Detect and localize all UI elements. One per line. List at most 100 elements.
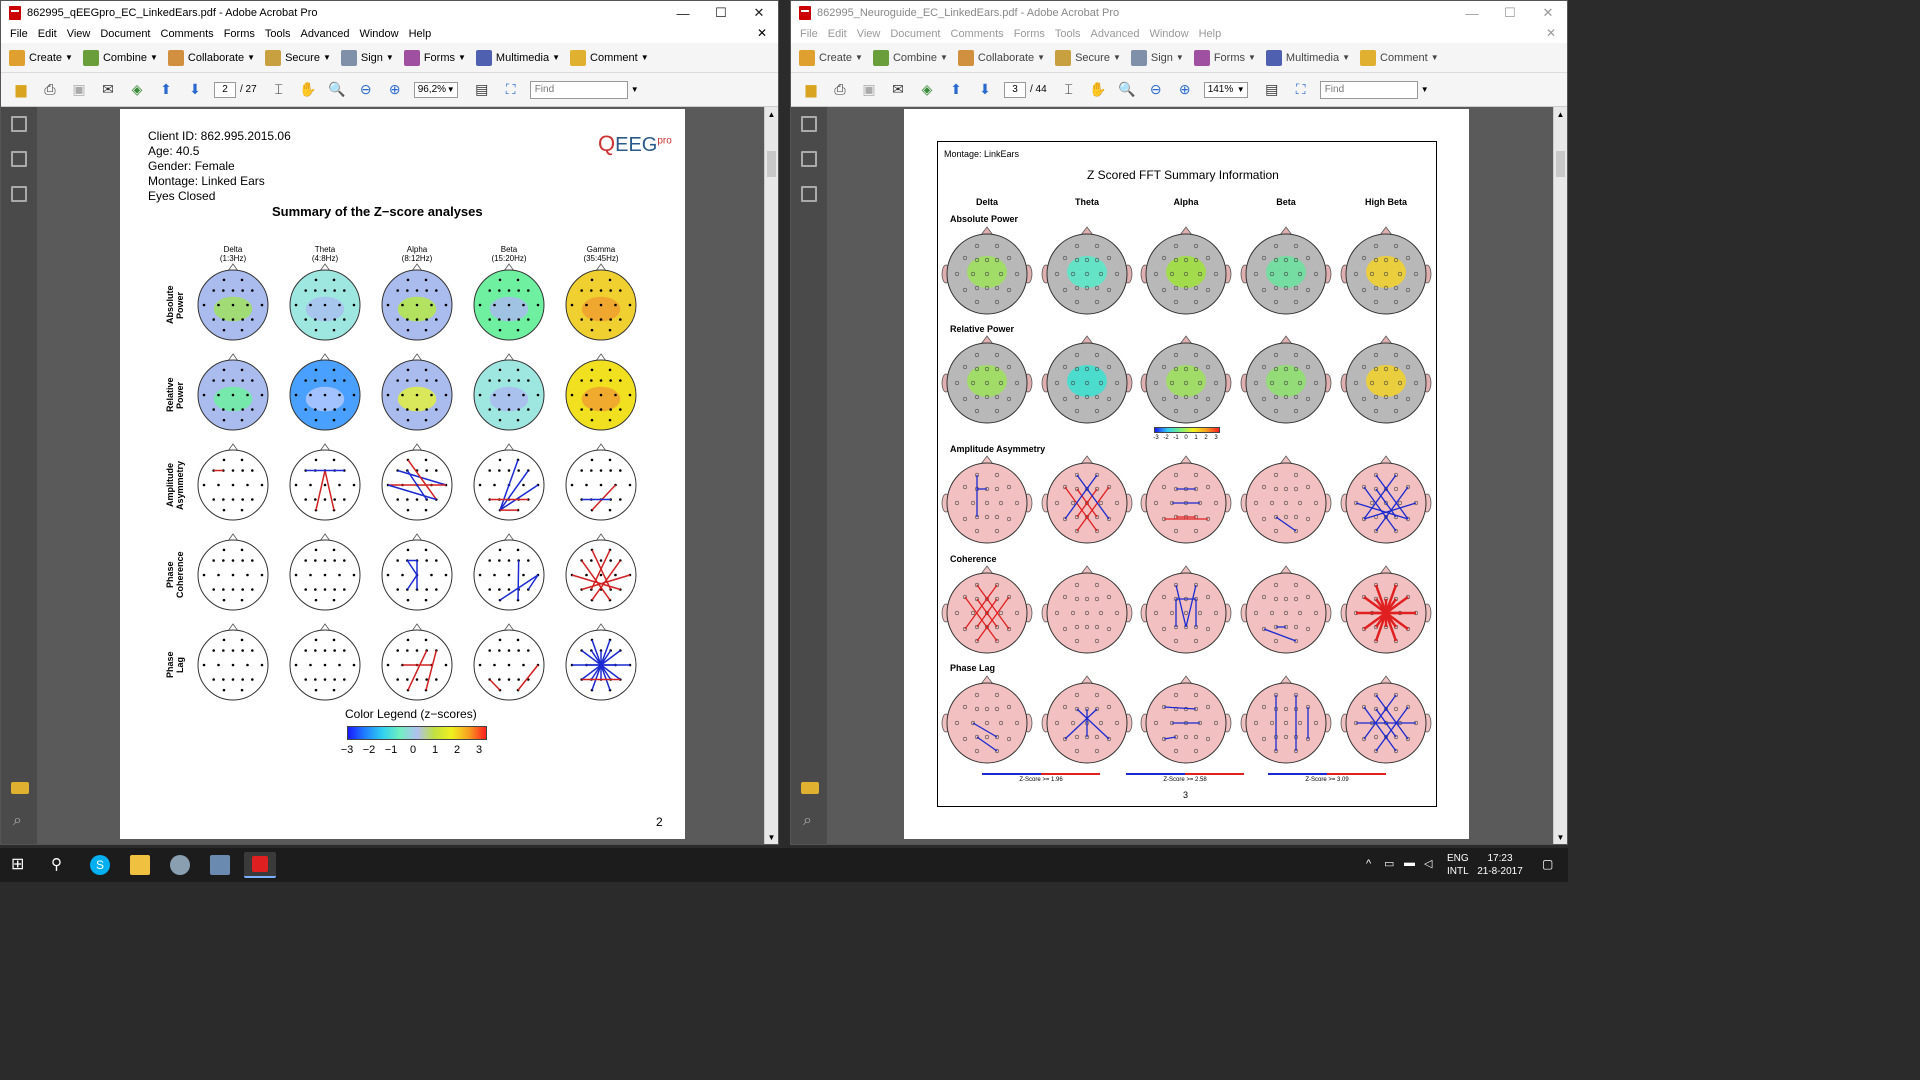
menu-help[interactable]: Help [1199, 28, 1222, 40]
attachments-icon[interactable]: ⌕ [803, 812, 812, 830]
maximize-icon[interactable]: ☐ [702, 5, 740, 21]
forms-button[interactable]: Forms ▼ [1193, 49, 1256, 66]
combine-button[interactable]: Combine ▼ [872, 49, 948, 66]
collaborate-button[interactable]: Collaborate ▼ [957, 49, 1045, 66]
settings-app-icon[interactable] [170, 855, 190, 875]
menu-window[interactable]: Window [359, 28, 398, 40]
comment-button[interactable]: Comment ▼ [1360, 49, 1439, 66]
app-icon[interactable] [210, 855, 230, 875]
next-page-icon[interactable]: ⬇ [975, 81, 995, 99]
menu-view[interactable]: View [67, 28, 91, 40]
close-icon[interactable]: ✕ [1529, 5, 1567, 21]
menu-edit[interactable]: Edit [38, 28, 57, 40]
scroll-down-icon[interactable]: ▼ [765, 833, 778, 842]
skype-icon[interactable]: S [90, 855, 110, 875]
pages-icon[interactable] [11, 116, 27, 132]
maximize-icon[interactable]: ☐ [1491, 5, 1529, 21]
comments-pane-icon[interactable] [801, 782, 819, 794]
scroll-up-icon[interactable]: ▲ [1554, 110, 1567, 119]
network-icon[interactable]: ▭ [1384, 857, 1394, 870]
notifications-icon[interactable]: ▢ [1542, 857, 1553, 871]
menu-view[interactable]: View [857, 28, 881, 40]
full-screen-icon[interactable]: ⛶ [1291, 81, 1311, 99]
pages-icon[interactable] [801, 116, 817, 132]
select-cursor-icon[interactable]: ⌶ [1059, 81, 1079, 99]
close-document-icon[interactable]: ✕ [1546, 26, 1556, 40]
menu-advanced[interactable]: Advanced [1091, 28, 1140, 40]
save-icon[interactable]: ▣ [69, 81, 89, 99]
left-title-bar[interactable]: 862995_qEEGpro_EC_LinkedEars.pdf - Adobe… [1, 1, 778, 25]
create-button[interactable]: Create ▼ [9, 49, 73, 66]
tray-chevron-icon[interactable]: ^ [1366, 858, 1371, 870]
find-input[interactable]: Find ▼ [529, 80, 639, 99]
signatures-icon[interactable] [801, 186, 817, 202]
open-folder-icon[interactable]: ▆ [11, 81, 31, 99]
menu-comments[interactable]: Comments [951, 28, 1004, 40]
zoom-out-icon[interactable]: ⊖ [1146, 81, 1166, 99]
menu-document[interactable]: Document [890, 28, 940, 40]
secure-button[interactable]: Secure ▼ [265, 49, 331, 66]
share-icon[interactable]: ◈ [917, 81, 937, 99]
left-vertical-scrollbar[interactable]: ▲ ▼ [764, 107, 778, 844]
select-cursor-icon[interactable]: ⌶ [269, 81, 289, 99]
start-icon[interactable]: ⊞ [11, 855, 31, 875]
open-folder-icon[interactable]: ▆ [801, 81, 821, 99]
menu-help[interactable]: Help [409, 28, 432, 40]
combine-button[interactable]: Combine ▼ [82, 49, 158, 66]
menu-forms[interactable]: Forms [1014, 28, 1045, 40]
email-icon[interactable]: ✉ [888, 81, 908, 99]
zoom-in-icon[interactable]: ⊕ [385, 81, 405, 99]
minimize-icon[interactable]: — [1453, 6, 1491, 21]
page-number-input[interactable]: 3 [1004, 81, 1026, 98]
menu-edit[interactable]: Edit [828, 28, 847, 40]
zoom-in-icon[interactable]: ⊕ [1175, 81, 1195, 99]
forms-button[interactable]: Forms ▼ [403, 49, 466, 66]
collaborate-button[interactable]: Collaborate ▼ [167, 49, 255, 66]
comments-pane-icon[interactable] [11, 782, 29, 794]
page-number-input[interactable]: 2 [214, 81, 236, 98]
multimedia-button[interactable]: Multimedia ▼ [475, 49, 560, 66]
sign-button[interactable]: Sign ▼ [1130, 49, 1184, 66]
scroll-down-icon[interactable]: ▼ [1554, 833, 1567, 842]
menu-window[interactable]: Window [1149, 28, 1188, 40]
hand-tool-icon[interactable]: ✋ [298, 81, 318, 99]
bookmarks-icon[interactable] [11, 151, 27, 167]
find-input[interactable]: Find ▼ [1319, 80, 1429, 99]
print-icon[interactable]: ⎙ [40, 81, 60, 99]
right-scroll-thumb[interactable] [1556, 151, 1565, 177]
menu-tools[interactable]: Tools [265, 28, 291, 40]
next-page-icon[interactable]: ⬇ [185, 81, 205, 99]
right-title-bar[interactable]: 862995_Neuroguide_EC_LinkedEars.pdf - Ad… [791, 1, 1567, 25]
scroll-up-icon[interactable]: ▲ [765, 110, 778, 119]
zoom-tool-icon[interactable]: 🔍 [1117, 81, 1137, 99]
right-vertical-scrollbar[interactable]: ▲ ▼ [1553, 107, 1567, 844]
menu-file[interactable]: File [10, 28, 28, 40]
volume-icon[interactable]: ◁ [1424, 857, 1432, 870]
multimedia-button[interactable]: Multimedia ▼ [1265, 49, 1350, 66]
fit-page-icon[interactable]: ▤ [1262, 81, 1282, 99]
zoom-level-input[interactable]: 141% ▼ [1203, 81, 1248, 98]
close-icon[interactable]: ✕ [740, 5, 778, 21]
menu-document[interactable]: Document [100, 28, 150, 40]
comment-button[interactable]: Comment ▼ [570, 49, 649, 66]
battery-icon[interactable]: ▬ [1404, 857, 1415, 869]
language-indicator[interactable]: ENG INTL [1447, 853, 1469, 877]
minimize-icon[interactable]: — [664, 6, 702, 21]
zoom-tool-icon[interactable]: 🔍 [327, 81, 347, 99]
sign-button[interactable]: Sign ▼ [340, 49, 394, 66]
fit-page-icon[interactable]: ▤ [472, 81, 492, 99]
print-icon[interactable]: ⎙ [830, 81, 850, 99]
share-icon[interactable]: ◈ [127, 81, 147, 99]
menu-tools[interactable]: Tools [1055, 28, 1081, 40]
create-button[interactable]: Create ▼ [799, 49, 863, 66]
close-document-icon[interactable]: ✕ [757, 26, 767, 40]
hand-tool-icon[interactable]: ✋ [1088, 81, 1108, 99]
zoom-out-icon[interactable]: ⊖ [356, 81, 376, 99]
menu-comments[interactable]: Comments [161, 28, 214, 40]
clock[interactable]: 17:23 21-8-2017 [1472, 853, 1528, 877]
left-scroll-thumb[interactable] [767, 151, 776, 177]
file-explorer-icon[interactable] [130, 855, 150, 875]
menu-file[interactable]: File [800, 28, 818, 40]
search-icon[interactable]: ⚲ [51, 855, 71, 875]
zoom-level-input[interactable]: 96,2% ▼ [413, 81, 458, 98]
